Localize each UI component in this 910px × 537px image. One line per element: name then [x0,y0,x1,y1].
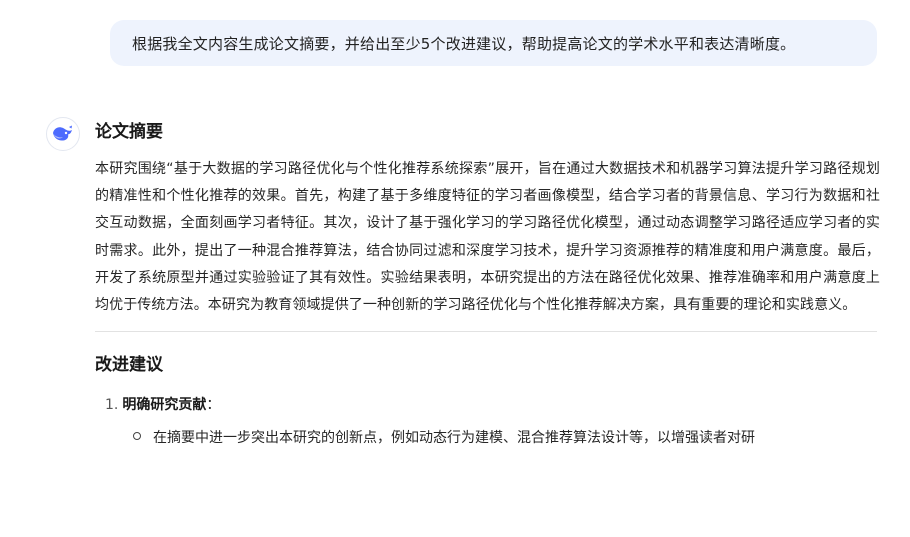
user-message-text: 根据我全文内容生成论文摘要，并给出至少5个改进建议，帮助提高论文的学术水平和表达… [132,34,796,53]
assistant-avatar [46,117,80,151]
suggestions-heading: 改进建议 [95,355,163,376]
suggestions-list: 1. 明确研究贡献： 在摘要中进一步突出本研究的创新点，例如动态行为建模、混合推荐… [95,392,880,452]
abstract-heading: 论文摘要 [95,122,163,142]
chat-view: 根据我全文内容生成论文摘要，并给出至少5个改进建议，帮助提高论文的学术水平和表达… [0,0,910,537]
suggestion-point-text: 在摘要中进一步突出本研究的创新点，例如动态行为建模、混合推荐算法设计等，以增强读… [153,430,755,447]
whale-logo-icon [53,125,72,141]
suggestion-point: 在摘要中进一步突出本研究的创新点，例如动态行为建模、混合推荐算法设计等，以增强读… [133,425,880,452]
suggestion-title: 明确研究贡献 [122,397,207,414]
suggestion-colon: ： [206,397,221,414]
hollow-bullet-icon [133,432,141,441]
suggestion-item: 1. 明确研究贡献： 在摘要中进一步突出本研究的创新点，例如动态行为建模、混合推荐… [95,392,880,452]
suggestion-number: 1. [105,397,119,414]
user-message-bubble: 根据我全文内容生成论文摘要，并给出至少5个改进建议，帮助提高论文的学术水平和表达… [110,20,877,66]
suggestion-points: 在摘要中进一步突出本研究的创新点，例如动态行为建模、混合推荐算法设计等，以增强读… [105,425,880,452]
abstract-paragraph: 本研究围绕“基于大数据的学习路径优化与个性化推荐系统探索”展开，旨在通过大数据技… [95,161,880,314]
assistant-answer: 论文摘要 本研究围绕“基于大数据的学习路径优化与个性化推荐系统探索”展开，旨在通… [95,117,880,452]
section-divider [95,331,877,333]
